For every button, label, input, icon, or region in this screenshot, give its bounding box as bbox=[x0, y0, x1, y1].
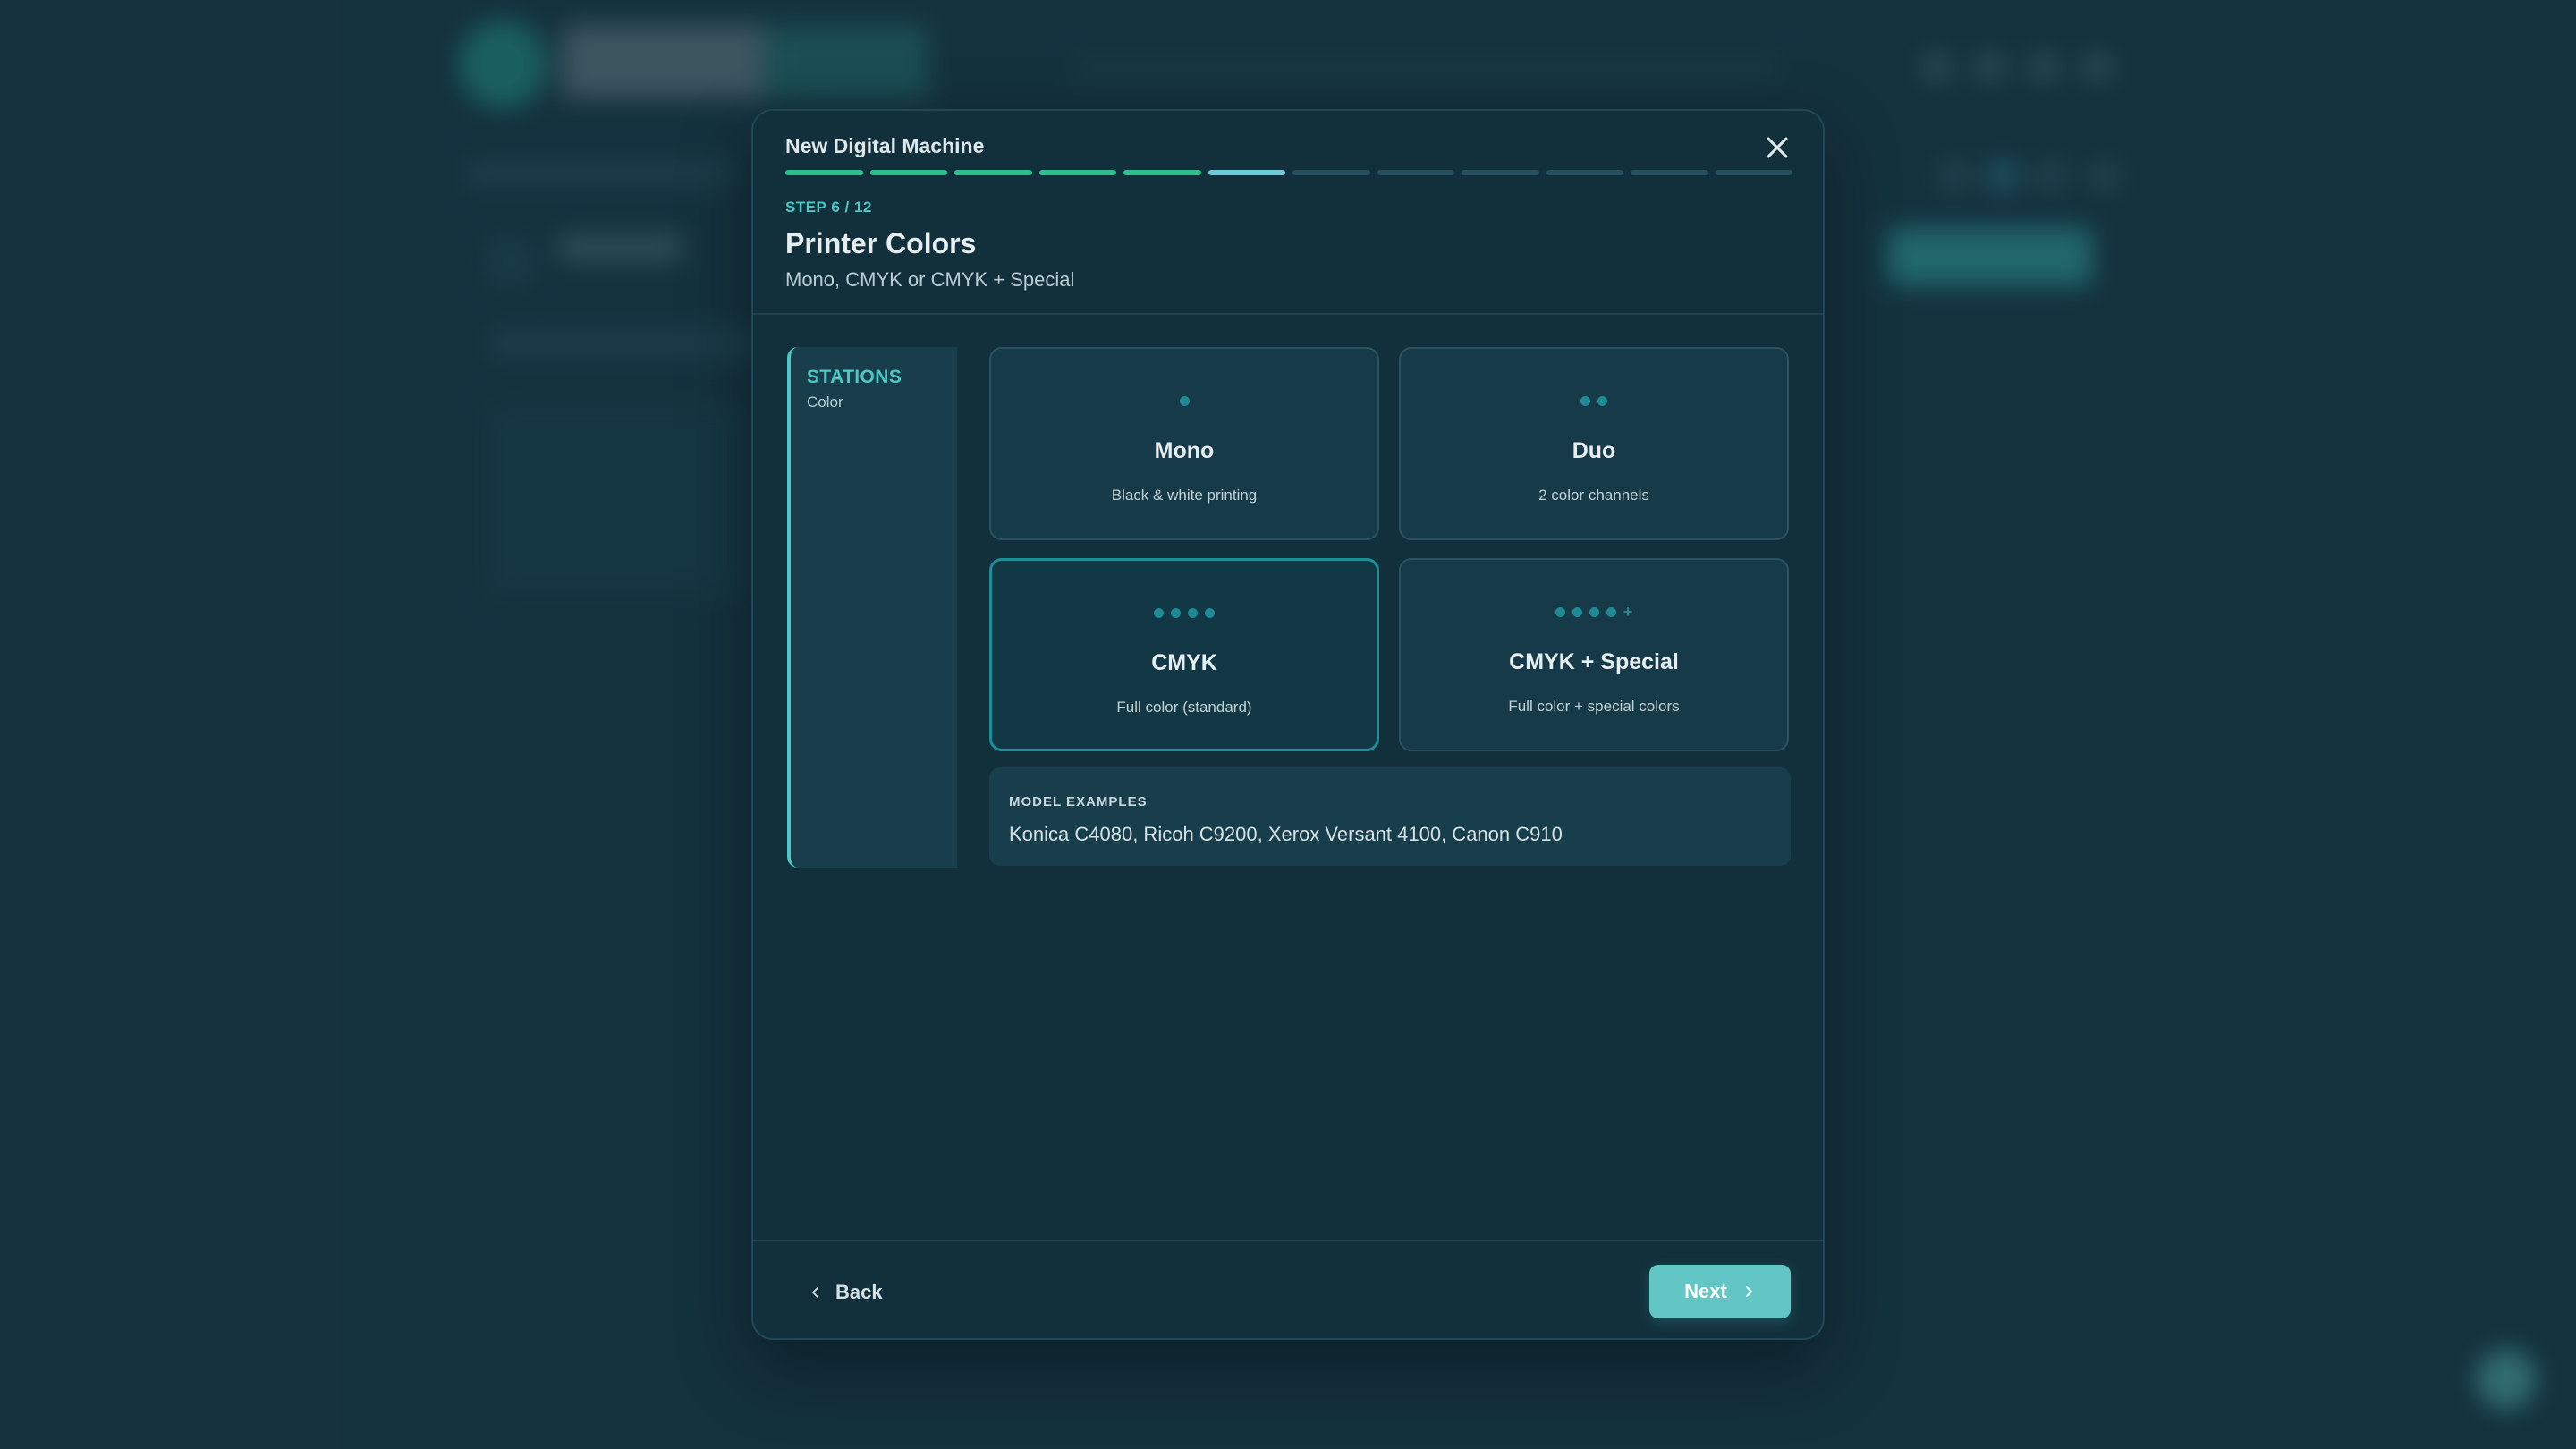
next-label: Next bbox=[1684, 1280, 1727, 1302]
color-dot-icon bbox=[1179, 395, 1190, 406]
color-dots-icon: + bbox=[1401, 603, 1787, 621]
modal-footer: Back Next bbox=[753, 1240, 1823, 1338]
progress-segment bbox=[954, 170, 1032, 175]
color-dot-icon bbox=[1580, 395, 1590, 406]
option-title: CMYK + Special bbox=[1509, 649, 1679, 674]
next-button[interactable]: Next bbox=[1649, 1265, 1791, 1318]
progress-segment bbox=[1462, 170, 1539, 175]
progress-segment bbox=[1208, 170, 1285, 175]
progress-segment bbox=[1292, 170, 1370, 175]
close-icon bbox=[1767, 137, 1788, 158]
close-button[interactable] bbox=[1762, 132, 1792, 163]
progress-segment bbox=[1377, 170, 1454, 175]
color-dot-icon bbox=[1606, 606, 1616, 617]
progress-segment bbox=[1546, 170, 1623, 175]
back-label: Back bbox=[835, 1281, 883, 1303]
back-button[interactable]: Back bbox=[809, 1275, 883, 1309]
option-title: CMYK bbox=[1151, 650, 1217, 675]
color-dot-icon bbox=[1572, 606, 1582, 617]
progress-segment bbox=[1715, 170, 1792, 175]
step-progress bbox=[785, 170, 1792, 175]
option-duo[interactable]: Duo 2 color channels bbox=[1399, 347, 1789, 540]
option-title: Mono bbox=[1154, 438, 1215, 463]
color-dot-icon bbox=[1154, 607, 1164, 618]
color-dots-icon bbox=[1401, 392, 1787, 410]
modal-header: New Digital Machine STEP 6 / 12 Printer … bbox=[753, 111, 1823, 315]
option-cmyk[interactable]: CMYK Full color (standard) bbox=[989, 558, 1379, 751]
option-description: 2 color channels bbox=[1538, 487, 1649, 504]
model-examples-label: MODEL EXAMPLES bbox=[1009, 794, 1148, 809]
plus-icon: + bbox=[1623, 602, 1633, 621]
color-dot-icon bbox=[1589, 606, 1599, 617]
chevron-right-icon bbox=[1745, 1286, 1752, 1297]
step-subtitle: Mono, CMYK or CMYK + Special bbox=[785, 268, 1075, 291]
color-dots-icon bbox=[991, 392, 1377, 410]
option-description: Full color + special colors bbox=[1508, 698, 1680, 715]
progress-segment bbox=[1123, 170, 1201, 175]
option-cmyk-special[interactable]: + CMYK + Special Full color + special co… bbox=[1399, 558, 1789, 751]
modal-title: New Digital Machine bbox=[785, 134, 985, 157]
model-examples-text: Konica C4080, Ricoh C9200, Xerox Versant… bbox=[1009, 823, 1563, 845]
progress-segment bbox=[1631, 170, 1708, 175]
color-dot-icon bbox=[1597, 395, 1607, 406]
chevron-left-icon bbox=[812, 1287, 818, 1298]
option-description: Black & white printing bbox=[1111, 487, 1258, 504]
wizard-modal: New Digital Machine STEP 6 / 12 Printer … bbox=[751, 109, 1825, 1340]
option-mono[interactable]: Mono Black & white printing bbox=[989, 347, 1379, 540]
model-examples: MODEL EXAMPLES Konica C4080, Ricoh C9200… bbox=[989, 767, 1791, 866]
step-title: Printer Colors bbox=[785, 227, 977, 259]
progress-segment bbox=[869, 170, 947, 175]
step-label: STEP 6 / 12 bbox=[785, 199, 872, 216]
side-tab-stations[interactable]: STATIONS Color bbox=[787, 347, 957, 868]
progress-segment bbox=[1038, 170, 1116, 175]
option-title: Duo bbox=[1572, 438, 1616, 463]
color-dots-icon bbox=[992, 604, 1377, 622]
color-dot-icon bbox=[1205, 607, 1215, 618]
color-dot-icon bbox=[1188, 607, 1198, 618]
color-dot-icon bbox=[1171, 607, 1181, 618]
color-dot-icon bbox=[1555, 606, 1565, 617]
progress-segment bbox=[785, 170, 863, 175]
side-tab-title: STATIONS bbox=[807, 367, 902, 387]
option-description: Full color (standard) bbox=[1116, 699, 1252, 716]
side-tab-subtitle: Color bbox=[807, 394, 843, 411]
